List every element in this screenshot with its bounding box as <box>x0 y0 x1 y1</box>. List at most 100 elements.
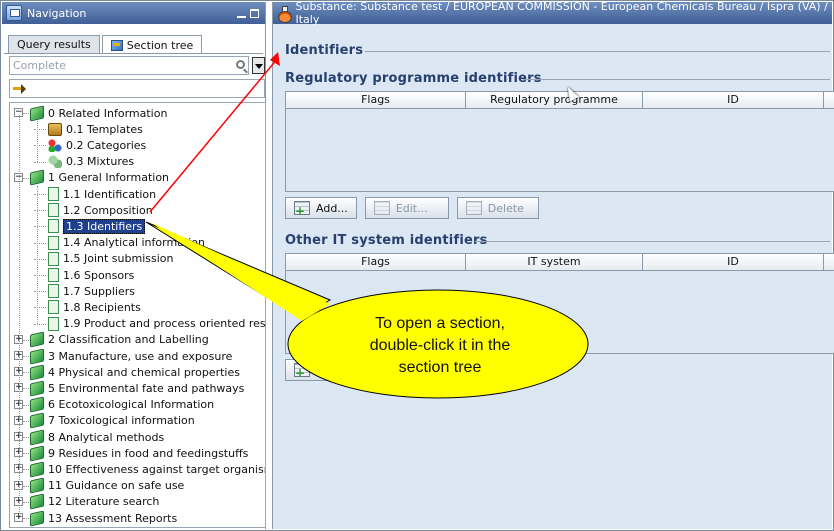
folder-green-icon <box>30 348 44 364</box>
tree-item[interactable]: 0.3 Mixtures <box>34 154 134 170</box>
tree-connector <box>23 420 29 422</box>
tree-item[interactable]: +6 Ecotoxicological Information <box>14 396 214 413</box>
tree-item-label: 7 Toxicological information <box>48 414 195 428</box>
other-it-heading: Other IT system identifiers <box>285 233 488 248</box>
tree-item-label: 1.7 Suppliers <box>63 284 136 298</box>
col-id[interactable]: ID <box>643 254 824 270</box>
tree-branch-connector <box>37 186 38 324</box>
tree-item-label: 0 Related Information <box>48 106 168 120</box>
tree-item[interactable]: 1.3 Identifiers <box>34 218 146 234</box>
tree-item[interactable]: +5 Environmental fate and pathways <box>14 380 244 397</box>
folder-green-icon <box>30 169 44 186</box>
tree-item[interactable]: +2 Classification and Labelling <box>14 331 209 348</box>
callout-line-3: section tree <box>398 359 482 376</box>
tree-connector <box>34 291 46 293</box>
tree-connector <box>23 372 29 374</box>
tree-connector <box>23 518 29 519</box>
tree-item[interactable]: +13 Assessment Reports <box>14 510 177 526</box>
tree-item[interactable]: 1.5 Joint submission <box>34 251 174 267</box>
filter-dropdown-button[interactable] <box>252 57 265 74</box>
section-tree-icon <box>110 39 123 51</box>
tab-section-tree-label: Section tree <box>126 38 194 52</box>
tree-root-connector <box>19 115 20 518</box>
tree-item[interactable]: +3 Manufacture, use and exposure <box>14 348 232 364</box>
tree-item[interactable]: 1.6 Sponsors <box>34 267 134 283</box>
folder-green-icon <box>30 493 44 510</box>
tree-item[interactable]: +10 Effectiveness against target organis… <box>14 461 266 478</box>
document-icon <box>48 251 59 266</box>
regulatory-table[interactable]: Flags Regulatory programme ID <box>285 91 834 192</box>
callout-text: To open a section, double-click it in th… <box>330 313 550 379</box>
tree-connector <box>23 177 29 179</box>
tree-connector <box>34 194 46 195</box>
tree-item[interactable]: +12 Literature search <box>14 493 159 510</box>
tab-section-tree[interactable]: Section tree <box>101 35 203 54</box>
col-it-system[interactable]: IT system <box>466 254 643 270</box>
document-icon <box>48 235 59 250</box>
filter-input[interactable]: Complete <box>9 56 249 75</box>
categories-icon <box>48 138 62 152</box>
tree-connector <box>34 210 46 212</box>
tree-item[interactable]: +9 Residues in food and feedingstuffs <box>14 445 248 462</box>
tree-item-label: 4 Physical and chemical properties <box>48 365 240 379</box>
folder-green-icon <box>30 364 44 381</box>
tree-connector <box>23 485 29 487</box>
add-label: Add... <box>316 201 348 215</box>
tree-item[interactable]: 0.2 Categories <box>34 137 147 153</box>
folder-green-icon <box>30 445 44 462</box>
document-icon <box>48 219 59 234</box>
tree-connector <box>34 161 46 163</box>
pin-icon[interactable] <box>13 83 26 94</box>
tree-item-label: 2 Classification and Labelling <box>48 333 209 347</box>
tree-item[interactable]: +11 Guidance on safe use <box>14 477 184 494</box>
folder-green-icon <box>30 412 44 429</box>
tree-item[interactable]: +8 Analytical methods <box>14 429 164 445</box>
tree-item-label: 1.1 Identification <box>63 187 157 201</box>
edit-regulatory-button[interactable]: Edit... <box>364 197 449 219</box>
tree-item-label: 1.4 Analytical information <box>63 236 205 250</box>
navigation-panel: Navigation Query results Section tree Co… <box>2 2 266 529</box>
tree-item[interactable]: 1.9 Product and process oriented rese <box>34 316 265 332</box>
col-flags[interactable]: Flags <box>286 92 466 108</box>
tree-connector <box>23 404 29 406</box>
tree-item-label: 1.8 Recipients <box>63 300 141 314</box>
col-flags[interactable]: Flags <box>286 254 466 270</box>
tree-item[interactable]: 1.4 Analytical information <box>34 235 205 251</box>
tree-item[interactable]: 1.8 Recipients <box>34 299 141 315</box>
col-regulatory-programme[interactable]: Regulatory programme <box>466 92 643 108</box>
tree-item[interactable]: 1.2 Composition <box>34 202 153 218</box>
tree-item[interactable]: −0 Related Information <box>14 105 168 121</box>
tree-item-label: 1.5 Joint submission <box>63 252 174 266</box>
document-icon <box>48 203 59 218</box>
tree-item-label: 1.2 Composition <box>63 203 153 217</box>
edit-icon <box>373 201 390 215</box>
section-tree[interactable]: −0 Related Information 0.1 Templates 0.2 C… <box>9 102 266 528</box>
tree-item-label: 0.2 Categories <box>66 138 147 152</box>
tree-item[interactable]: +4 Physical and chemical properties <box>14 364 240 381</box>
col-id[interactable]: ID <box>643 92 824 108</box>
tree-connector <box>34 242 46 244</box>
tree-item-label: 0.1 Templates <box>66 122 143 136</box>
minimize-icon[interactable] <box>237 9 246 18</box>
maximize-icon[interactable] <box>250 8 259 18</box>
regulatory-heading: Regulatory programme identifiers <box>285 71 542 86</box>
navigation-icon <box>6 5 22 21</box>
tree-item[interactable]: 1.7 Suppliers <box>34 283 136 299</box>
tree-connector <box>34 258 46 260</box>
navigation-title: Navigation <box>27 6 87 20</box>
tree-connector <box>34 323 46 325</box>
delete-regulatory-button[interactable]: Delete <box>456 197 539 219</box>
tree-item-label: 10 Effectiveness against target organism… <box>48 462 266 476</box>
document-icon <box>48 316 59 331</box>
folder-green-icon <box>30 331 44 348</box>
callout-line-2: double-click it in the <box>369 337 511 354</box>
tree-item[interactable]: 0.1 Templates <box>34 121 143 137</box>
tree-item[interactable]: −1 General Information <box>14 169 169 186</box>
tree-item[interactable]: 1.1 Identification <box>34 186 157 202</box>
folder-green-icon <box>30 105 44 121</box>
add-regulatory-button[interactable]: Add... <box>285 197 357 219</box>
identifiers-rule <box>365 51 830 52</box>
tree-item[interactable]: +7 Toxicological information <box>14 412 195 429</box>
tree-connector <box>23 113 29 114</box>
tab-query-results[interactable]: Query results <box>8 35 100 53</box>
